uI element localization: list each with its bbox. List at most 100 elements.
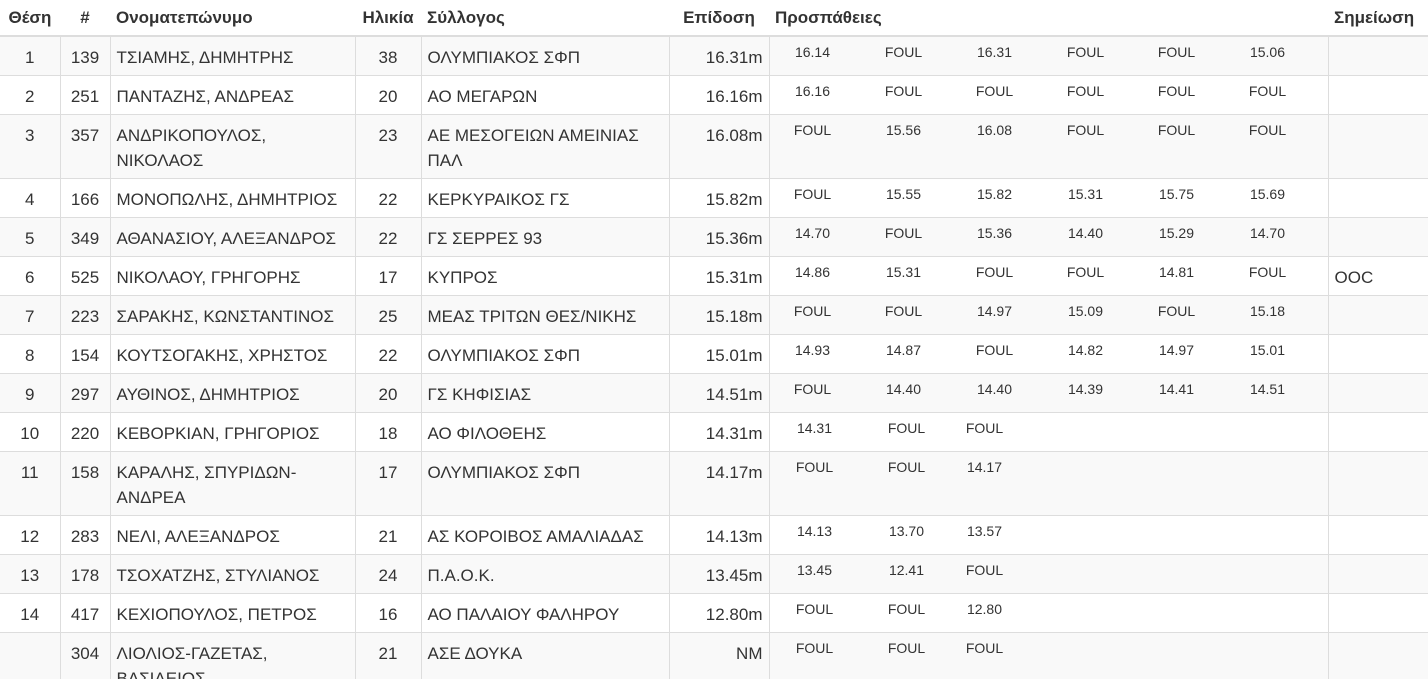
attempt-value: 16.31 <box>976 44 1013 60</box>
position-cell: 11 <box>0 451 61 516</box>
attempts-cell: 16.16 FOUL FOUL FOUL FOUL FOUL <box>769 75 1329 115</box>
header-bib[interactable]: # <box>60 0 110 37</box>
attempt-value: FOUL <box>1157 303 1196 319</box>
header-position[interactable]: Θέση <box>0 0 60 37</box>
attempts-cell: FOUL 15.56 16.08 FOUL FOUL FOUL <box>769 114 1329 179</box>
athlete-name-cell: ΛΙΟΛΙΟΣ-ΓΑΖΕΤΑΣ, ΒΑΣΙΛΕΙΟΣ <box>110 632 356 679</box>
attempt-value: 15.69 <box>1249 186 1286 202</box>
header-name[interactable]: Ονοματεπώνυμο <box>110 0 355 37</box>
athlete-name-cell: ΝΙΚΟΛΑΟΥ, ΓΡΗΓΟΡΗΣ <box>110 256 356 296</box>
bib-cell: 349 <box>60 217 111 257</box>
attempt-value: 14.82 <box>1067 342 1104 358</box>
note-cell: OOC <box>1328 256 1428 296</box>
attempt-value: 14.87 <box>885 342 922 358</box>
table-row: 10 220 ΚΕΒΟΡΚΙΑΝ, ΓΡΗΓΟΡΙΟΣ 18 ΑΟ ΦΙΛΟΘΕΗΣ 14… <box>0 412 1428 452</box>
mark-cell: 16.16m <box>669 75 770 115</box>
attempt-value: FOUL <box>965 640 1004 656</box>
table-row: 1 139 ΤΣΙΑΜΗΣ, ΔΗΜΗΤΡΗΣ 38 ΟΛΥΜΠΙΑΚΟΣ ΣΦΠ 16.… <box>0 35 1428 76</box>
club-cell: ΑΕ ΜΕΣΟΓΕΙΩΝ ΑΜΕΙΝΙΑΣ ΠΑΛ <box>421 114 670 179</box>
age-cell: 16 <box>355 593 422 633</box>
mark-cell: 14.13m <box>669 515 770 555</box>
attempt-value: FOUL <box>887 640 926 656</box>
attempt-value: 15.56 <box>885 122 922 138</box>
attempt-value: FOUL <box>965 562 1004 578</box>
position-cell: 14 <box>0 593 61 633</box>
header-row: Θέση # Ονοματεπώνυμο Ηλικία Σύλλογος Επί… <box>0 0 1428 37</box>
attempt-value: 16.16 <box>794 83 831 99</box>
position-cell: 13 <box>0 554 61 594</box>
attempt-value: 13.45 <box>796 562 833 578</box>
bib-cell: 158 <box>60 451 111 516</box>
age-cell: 22 <box>355 178 422 218</box>
attempt-value: 15.31 <box>1067 186 1104 202</box>
mark-cell: 16.31m <box>669 35 770 76</box>
header-mark[interactable]: Επίδοση <box>669 0 769 37</box>
age-cell: 38 <box>355 35 422 76</box>
attempt-value: 14.13 <box>796 523 833 539</box>
header-age[interactable]: Ηλικία <box>355 0 421 37</box>
athlete-name-cell: ΚΕΧΙΟΠΟΥΛΟΣ, ΠΕΤΡΟΣ <box>110 593 356 633</box>
position-cell <box>0 632 61 679</box>
attempt-value: FOUL <box>1157 44 1196 60</box>
club-cell: ΑΟ ΠΑΛΑΙΟΥ ΦΑΛΗΡΟΥ <box>421 593 670 633</box>
age-cell: 22 <box>355 334 422 374</box>
header-attempts[interactable]: Προσπάθειες <box>769 0 1328 37</box>
position-cell: 6 <box>0 256 61 296</box>
attempt-value: FOUL <box>887 459 926 475</box>
table-row: 8 154 ΚΟΥΤΣΟΓΑΚΗΣ, ΧΡΗΣΤΟΣ 22 ΟΛΥΜΠΙΑΚΟΣ ΣΦΠ… <box>0 334 1428 374</box>
header-club[interactable]: Σύλλογος <box>421 0 669 37</box>
attempt-value: 12.41 <box>888 562 925 578</box>
attempts-cell: 14.13 13.70 13.57 <box>769 515 1329 555</box>
club-cell: ΟΛΥΜΠΙΑΚΟΣ ΣΦΠ <box>421 334 670 374</box>
attempt-value: FOUL <box>975 83 1014 99</box>
club-cell: ΜΕΑΣ ΤΡΙΤΩΝ ΘΕΣ/ΝΙΚΗΣ <box>421 295 670 335</box>
athlete-name-cell: ΠΑΝΤΑΖΗΣ, ΑΝΔΡΕΑΣ <box>110 75 356 115</box>
header-note[interactable]: Σημείωση <box>1328 0 1428 37</box>
attempt-value: 14.31 <box>796 420 833 436</box>
attempts-cell: 13.45 12.41 FOUL <box>769 554 1329 594</box>
note-cell <box>1328 334 1428 374</box>
table-row: 7 223 ΣΑΡΑΚΗΣ, ΚΩΝΣΤΑΝΤΙΝΟΣ 25 ΜΕΑΣ ΤΡΙΤΩΝ Θ… <box>0 295 1428 335</box>
attempt-value: FOUL <box>1248 83 1287 99</box>
attempt-value: FOUL <box>884 225 923 241</box>
position-cell: 2 <box>0 75 61 115</box>
athlete-name-cell: ΑΝΔΡΙΚΟΠΟΥΛΟΣ, ΝΙΚΟΛΑΟΣ <box>110 114 356 179</box>
note-cell <box>1328 373 1428 413</box>
age-cell: 17 <box>355 256 422 296</box>
position-cell: 10 <box>0 412 61 452</box>
club-cell: ΚΕΡΚΥΡΑΙΚΟΣ ΓΣ <box>421 178 670 218</box>
attempt-value: 14.81 <box>1158 264 1195 280</box>
attempt-value: 14.17 <box>966 459 1003 475</box>
table-row: 304 ΛΙΟΛΙΟΣ-ΓΑΖΕΤΑΣ, ΒΑΣΙΛΕΙΟΣ 21 ΑΣΕ ΔΟΥΚΑ… <box>0 632 1428 679</box>
age-cell: 21 <box>355 632 422 679</box>
club-cell: ΑΣ ΚΟΡΟΙΒΟΣ ΑΜΑΛΙΑΔΑΣ <box>421 515 670 555</box>
club-cell: ΑΣΕ ΔΟΥΚΑ <box>421 632 670 679</box>
attempt-value: 13.57 <box>966 523 1003 539</box>
note-cell <box>1328 412 1428 452</box>
attempts-cell: 16.14 FOUL 16.31 FOUL FOUL 15.06 <box>769 35 1329 76</box>
bib-cell: 525 <box>60 256 111 296</box>
attempt-value: 15.01 <box>1249 342 1286 358</box>
bib-cell: 251 <box>60 75 111 115</box>
attempt-value: 13.70 <box>888 523 925 539</box>
note-cell <box>1328 451 1428 516</box>
table-row: 14 417 ΚΕΧΙΟΠΟΥΛΟΣ, ΠΕΤΡΟΣ 16 ΑΟ ΠΑΛΑΙΟΥ ΦΑΛ… <box>0 593 1428 633</box>
athlete-name-cell: ΜΟΝΟΠΩΛΗΣ, ΔΗΜΗΤΡΙΟΣ <box>110 178 356 218</box>
attempt-value: FOUL <box>795 601 834 617</box>
bib-cell: 166 <box>60 178 111 218</box>
attempt-value: 15.06 <box>1249 44 1286 60</box>
note-cell <box>1328 515 1428 555</box>
age-cell: 21 <box>355 515 422 555</box>
note-cell <box>1328 75 1428 115</box>
mark-cell: NM <box>669 632 770 679</box>
athlete-name-cell: ΚΑΡΑΛΗΣ, ΣΠΥΡΙΔΩΝ-ΑΝΔΡΕΑ <box>110 451 356 516</box>
mark-cell: 15.18m <box>669 295 770 335</box>
attempt-value: 14.40 <box>885 381 922 397</box>
bib-cell: 139 <box>60 35 111 76</box>
position-cell: 3 <box>0 114 61 179</box>
attempt-value: FOUL <box>793 303 832 319</box>
athlete-name-cell: ΚΕΒΟΡΚΙΑΝ, ΓΡΗΓΟΡΙΟΣ <box>110 412 356 452</box>
club-cell: ΑΟ ΦΙΛΟΘΕΗΣ <box>421 412 670 452</box>
bib-cell: 223 <box>60 295 111 335</box>
table-row: 6 525 ΝΙΚΟΛΑΟΥ, ΓΡΗΓΟΡΗΣ 17 ΚΥΠΡΟΣ 15.31m 14.8… <box>0 256 1428 296</box>
